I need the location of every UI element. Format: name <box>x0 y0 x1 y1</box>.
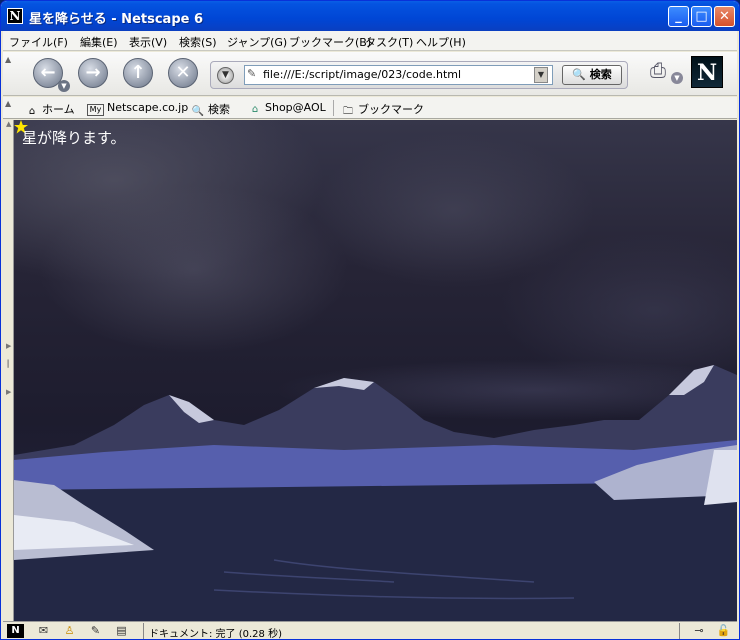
menu-view[interactable]: 表示(V) <box>129 34 167 50</box>
url-input[interactable]: file:///E:/script/image/023/code.html <box>244 65 553 85</box>
search-label: 検索 <box>208 103 230 116</box>
status-separator <box>143 623 144 639</box>
close-button[interactable]: ✕ <box>714 6 735 27</box>
toolbar-separator <box>333 100 334 116</box>
menu-bar: ファイル(F) 編集(E) 表示(V) 検索(S) ジャンプ(G) ブックマーク… <box>3 31 737 51</box>
netscape-component-icon[interactable]: N <box>7 624 24 638</box>
security-lock-icon[interactable]: 🔓 <box>715 624 732 638</box>
sidebar-grip-arrow: ▲ <box>6 120 12 128</box>
minimize-button[interactable]: _ <box>668 6 689 27</box>
home-icon: ⌂ <box>28 106 36 117</box>
personal-toolbar: ▲ ⌂ ホーム My Netscape.co.jp 🔍 検索 ⌂ Shop@AOL 🗀 ブ… <box>3 97 737 119</box>
search-button[interactable]: 🔍 検索 <box>562 65 622 85</box>
status-bar: N ✉ ♙ ✎ ▤ ドキュメント: 完了 (0.28 秒) ⊸ 🔓 <box>3 621 737 640</box>
bookmark-folder-icon: 🗀 <box>343 106 353 117</box>
forward-button[interactable]: → <box>78 58 108 88</box>
reload-icon: ↑ <box>130 62 146 83</box>
page-file-icon[interactable]: ✎ <box>247 67 256 80</box>
menu-help[interactable]: ヘルプ(H) <box>416 34 466 50</box>
netscape-logo[interactable]: N <box>691 56 723 88</box>
navigation-toolbar: ▲ ← ▼ → ↑ ✕ ▼ file:///E:/script/image/02… <box>3 52 737 96</box>
menu-edit[interactable]: 編集(E) <box>80 34 118 50</box>
bookmarks-label: ブックマーク <box>358 103 424 116</box>
maximize-button[interactable]: □ <box>691 6 712 27</box>
snowy-mountain-lake-scene <box>14 365 737 621</box>
browser-window: N 星を降らせる - Netscape 6 _ □ ✕ ファイル(F) 編集(E… <box>0 0 740 640</box>
sidebar-toggle-icon: ▶ <box>6 342 12 350</box>
toolbar-grip[interactable]: ▲ <box>5 55 13 93</box>
mail-icon[interactable]: ✉ <box>35 624 52 638</box>
url-bar-container: ▼ file:///E:/script/image/023/code.html … <box>210 61 628 89</box>
print-icon[interactable]: ⎙ <box>643 58 673 84</box>
shop-aol-label: Shop@AOL <box>265 101 326 114</box>
shop-aol-link[interactable]: ⌂ Shop@AOL <box>248 101 326 116</box>
address-book-icon[interactable]: ▤ <box>113 624 130 638</box>
stop-button[interactable]: ✕ <box>168 58 198 88</box>
back-icon: ← <box>40 62 56 83</box>
back-dropdown-icon[interactable]: ▼ <box>58 80 70 92</box>
composer-icon[interactable]: ✎ <box>87 624 104 638</box>
page-message: 星が降ります。 <box>22 129 126 147</box>
url-history-button[interactable]: ▼ <box>217 67 234 84</box>
bookmarks-folder[interactable]: 🗀 ブックマーク <box>341 101 424 118</box>
page-content: 星が降ります。 <box>14 120 737 621</box>
instant-messenger-icon[interactable]: ♙ <box>61 624 78 638</box>
toolbar-grip[interactable]: ▲ <box>5 99 13 117</box>
shop-icon: ⌂ <box>251 104 259 115</box>
menu-bookmarks[interactable]: ブックマーク(B) <box>289 34 371 50</box>
menu-tasks[interactable]: タスク(T) <box>365 34 413 50</box>
status-text: ドキュメント: 完了 (0.28 秒) <box>149 629 282 640</box>
stop-icon: ✕ <box>175 62 191 83</box>
search-button-label: 検索 <box>589 68 612 81</box>
reload-button[interactable]: ↑ <box>123 58 153 88</box>
sidebar-toggle-icon: ▶ <box>6 388 12 396</box>
menu-file[interactable]: ファイル(F) <box>9 34 68 50</box>
search-link[interactable]: 🔍 検索 <box>191 101 230 118</box>
netscape-app-icon[interactable]: N <box>7 8 23 24</box>
sidebar-toggle-icon: ┃ <box>6 360 11 368</box>
url-dropdown-arrow[interactable]: ▼ <box>534 67 548 83</box>
home-link[interactable]: ⌂ ホーム <box>25 101 75 118</box>
menu-search[interactable]: 検索(S) <box>179 34 217 50</box>
forward-icon: → <box>85 62 101 83</box>
netscape-jp-link[interactable]: My Netscape.co.jp <box>87 101 188 116</box>
status-separator <box>679 623 680 639</box>
search-icon: 🔍 <box>572 68 586 81</box>
home-label: ホーム <box>42 103 75 116</box>
print-dropdown-icon[interactable]: ▼ <box>671 72 683 84</box>
title-bar[interactable]: N 星を降らせる - Netscape 6 _ □ ✕ <box>1 1 739 31</box>
connection-icon[interactable]: ⊸ <box>687 624 711 638</box>
sidebar-grip[interactable]: ▲ ▶ ┃ ▶ <box>3 120 14 621</box>
my-netscape-icon: My <box>87 104 104 116</box>
menu-go[interactable]: ジャンプ(G) <box>227 34 287 50</box>
netscape-jp-label: Netscape.co.jp <box>107 101 189 114</box>
search-icon: 🔍 <box>191 106 205 117</box>
window-title: 星を降らせる - Netscape 6 <box>29 12 204 27</box>
